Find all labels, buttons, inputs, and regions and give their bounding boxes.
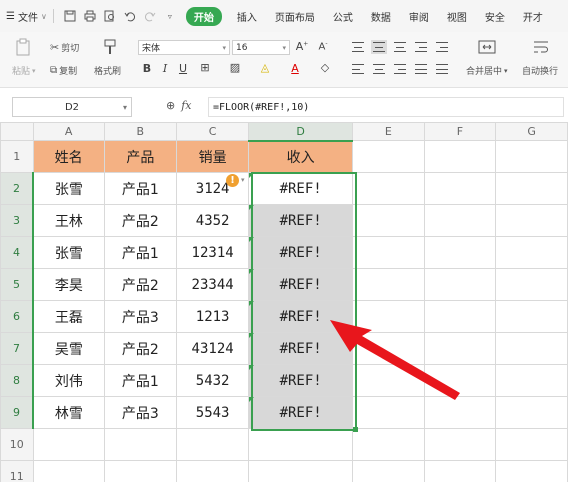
annotation-arrow-icon [330, 320, 460, 400]
spreadsheet-window: ☰ 文件 ∨ ▿ 开始 插入 页面布局 公式 数据 审阅 视图 安全 开才 粘贴… [0, 0, 568, 482]
